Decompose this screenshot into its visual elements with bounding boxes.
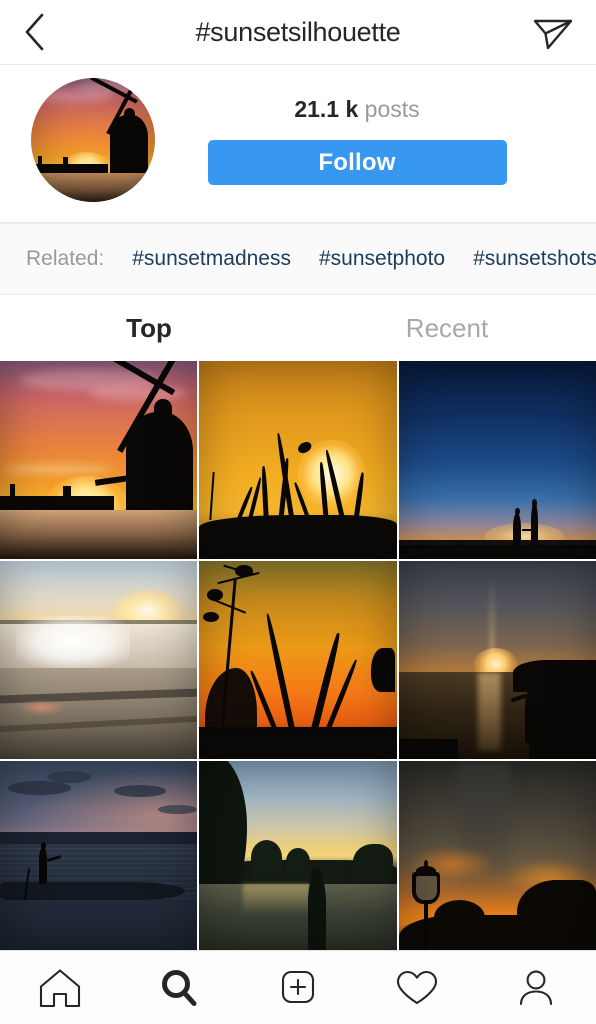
nav-home[interactable] bbox=[0, 967, 119, 1009]
post-3-artwork bbox=[398, 361, 596, 559]
post-5-artwork bbox=[199, 561, 397, 759]
app-header: #sunsetsilhouette bbox=[0, 0, 596, 65]
related-hashtags-row: Related: #sunsetmadness #sunsetphoto #su… bbox=[0, 223, 596, 295]
post-8-artwork bbox=[199, 761, 397, 950]
post-count: 21.1 k posts bbox=[294, 96, 419, 123]
post-4-artwork bbox=[0, 561, 198, 759]
grid-post-3[interactable] bbox=[398, 361, 596, 559]
nav-search[interactable] bbox=[119, 967, 238, 1009]
feed-tabs: Top Recent bbox=[0, 295, 596, 361]
grid-post-7[interactable] bbox=[0, 761, 198, 950]
tab-recent[interactable]: Recent bbox=[298, 295, 596, 361]
grid-post-2[interactable] bbox=[199, 361, 397, 559]
post-2-artwork bbox=[199, 361, 397, 559]
grid-post-5[interactable] bbox=[199, 561, 397, 759]
grid-post-6[interactable] bbox=[398, 561, 596, 759]
profile-icon bbox=[520, 970, 553, 1005]
post-count-label: posts bbox=[364, 96, 420, 122]
profile-meta: 21.1 k posts Follow bbox=[186, 78, 596, 185]
home-icon bbox=[39, 968, 80, 1007]
grid-post-9[interactable] bbox=[398, 761, 596, 950]
heart-icon bbox=[397, 970, 438, 1004]
avatar-artwork bbox=[31, 78, 155, 202]
post-count-value: 21.1 k bbox=[294, 96, 359, 122]
avatar[interactable] bbox=[31, 78, 155, 202]
tab-top[interactable]: Top bbox=[0, 295, 298, 361]
related-tag-1[interactable]: #sunsetmadness bbox=[132, 247, 291, 271]
avatar-container bbox=[0, 78, 186, 202]
post-1-artwork bbox=[0, 361, 198, 559]
grid-post-4[interactable] bbox=[0, 561, 198, 759]
related-tag-2[interactable]: #sunsetphoto bbox=[319, 247, 445, 271]
nav-activity[interactable] bbox=[358, 967, 477, 1009]
paper-plane-icon bbox=[533, 19, 573, 50]
share-button[interactable] bbox=[530, 10, 574, 54]
grid-post-8[interactable] bbox=[199, 761, 397, 950]
grid-post-1[interactable] bbox=[0, 361, 198, 559]
related-label: Related: bbox=[26, 247, 105, 270]
page-title: #sunsetsilhouette bbox=[195, 16, 401, 47]
post-grid bbox=[0, 361, 596, 950]
post-9-artwork bbox=[398, 761, 596, 950]
post-6-artwork bbox=[398, 561, 596, 759]
nav-add-post[interactable] bbox=[238, 967, 357, 1009]
follow-button[interactable]: Follow bbox=[207, 140, 507, 185]
nav-profile[interactable] bbox=[477, 967, 596, 1009]
add-post-icon bbox=[281, 970, 315, 1003]
bottom-navigation bbox=[0, 950, 596, 1024]
related-tag-3[interactable]: #sunsetshots bbox=[473, 247, 596, 271]
post-7-artwork bbox=[0, 761, 198, 950]
hashtag-profile-section: 21.1 k posts Follow bbox=[0, 65, 596, 223]
search-icon bbox=[161, 969, 197, 1006]
instagram-hashtag-screen: #sunsetsilhouette 21.1 k posts Follow Re… bbox=[0, 0, 596, 1024]
